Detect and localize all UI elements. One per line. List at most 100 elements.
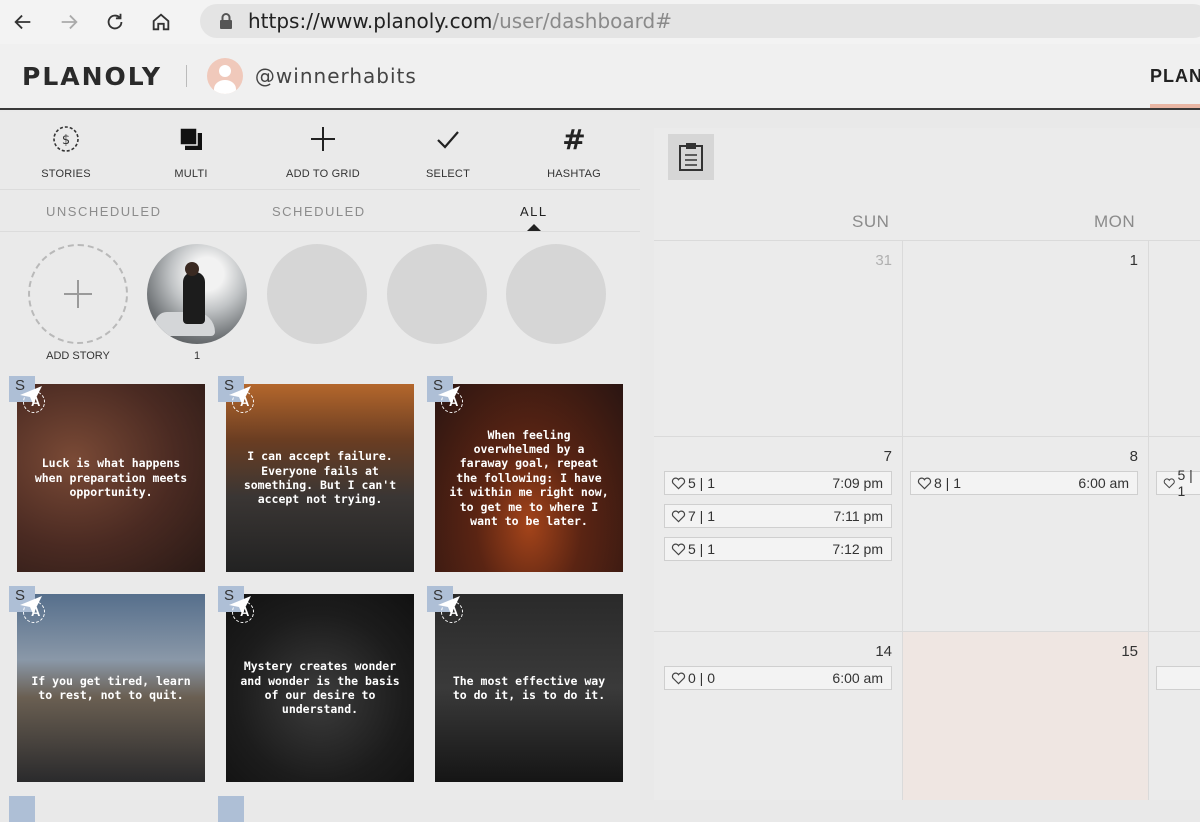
slot-time: 7:12 pm (832, 541, 883, 557)
scheduled-post-slot[interactable] (1156, 666, 1200, 690)
story-placeholder[interactable] (387, 244, 487, 344)
tab-all[interactable]: ALL (520, 204, 548, 219)
post-caption: Mystery creates wonder and wonder is the… (238, 594, 402, 782)
slot-stats: 7 | 1 (688, 508, 715, 524)
calendar-date[interactable]: 31 (852, 252, 892, 269)
auto-post-badge: A (439, 599, 465, 625)
header-divider (186, 65, 187, 87)
story-photo-head (185, 262, 199, 276)
account-username[interactable]: @winnerhabits (255, 64, 417, 88)
story-thumbnail[interactable] (147, 244, 247, 344)
add-to-grid-button[interactable]: ADD TO GRID (278, 124, 368, 180)
slot-time: 6:00 am (1078, 475, 1129, 491)
url-path: /user/dashboard# (492, 9, 672, 33)
tab-plan[interactable]: PLAN (1150, 66, 1200, 87)
story-photo-person (183, 272, 205, 324)
browser-toolbar: https://www.planoly.com/user/dashboard# (0, 0, 1200, 44)
tab-scheduled[interactable]: SCHEDULED (272, 204, 366, 219)
post-grid: Luck is what happens when preparation me… (0, 374, 640, 804)
post-caption: If you get tired, learn to rest, not to … (29, 594, 193, 782)
back-arrow-icon (12, 11, 34, 33)
heart-icon (1163, 476, 1176, 490)
add-to-grid-label: ADD TO GRID (278, 168, 368, 180)
calendar-panel: SUN MON 31 1 7 8 14 15 5 | 1 7:09 pm 7 |… (654, 128, 1200, 800)
calendar-grid-line (1148, 240, 1149, 800)
svg-text:$: $ (62, 133, 70, 148)
auto-post-badge: A (21, 599, 47, 625)
filter-tabs: UNSCHEDULED SCHEDULED ALL (0, 192, 640, 232)
multi-icon (176, 124, 206, 154)
grid-panel: $ STORIES MULTI ADD TO GRID SELECT # HAS… (0, 112, 640, 800)
stories-icon: $ (51, 124, 81, 154)
calendar-date[interactable]: 14 (852, 643, 892, 660)
heart-icon (671, 671, 686, 685)
post-caption: I can accept failure. Everyone fails at … (238, 384, 402, 572)
post-caption: The most effective way to do it, is to d… (447, 594, 611, 782)
heart-icon (671, 509, 686, 523)
planoly-logo[interactable]: PLANOLY (22, 62, 162, 91)
reload-button[interactable] (92, 0, 138, 44)
active-tab-underline (1150, 104, 1200, 108)
slot-stats: 0 | 0 (688, 670, 715, 686)
stories-label: STORIES (21, 168, 111, 180)
active-tab-caret (527, 224, 541, 231)
hashtag-button[interactable]: # HASHTAG (529, 124, 619, 180)
stories-row: ADD STORY 1 (0, 242, 640, 372)
calendar-date[interactable]: 1 (1098, 252, 1138, 269)
auto-post-badge: A (230, 599, 256, 625)
home-button[interactable] (138, 0, 184, 44)
add-story-label: ADD STORY (28, 350, 128, 362)
post-caption: When feeling overwhelmed by a faraway go… (447, 384, 611, 572)
address-bar[interactable]: https://www.planoly.com/user/dashboard# (200, 4, 1200, 38)
home-icon (150, 11, 172, 33)
story-placeholder[interactable] (267, 244, 367, 344)
reload-icon (104, 11, 126, 33)
url-host: https://www.planoly.com (248, 9, 492, 33)
add-story-button[interactable] (28, 244, 128, 344)
multi-label: MULTI (146, 168, 236, 180)
forward-button[interactable] (46, 0, 92, 44)
select-button[interactable]: SELECT (403, 124, 493, 180)
scheduled-post-slot[interactable]: 5 | 1 (1156, 471, 1200, 495)
slot-stats: 5 | 1 (1178, 467, 1200, 499)
story-count-label: 1 (147, 350, 247, 362)
stories-button[interactable]: $ STORIES (21, 124, 111, 180)
multi-button[interactable]: MULTI (146, 124, 236, 180)
scheduled-post-slot[interactable]: 5 | 1 7:09 pm (664, 471, 892, 495)
hashtag-label: HASHTAG (529, 168, 619, 180)
slot-time: 6:00 am (832, 670, 883, 686)
slot-time: 7:09 pm (832, 475, 883, 491)
heart-icon (917, 476, 932, 490)
calendar-date[interactable]: 7 (852, 448, 892, 465)
clipboard-icon (677, 142, 705, 172)
scheduled-post-slot[interactable]: 7 | 1 7:11 pm (664, 504, 892, 528)
hashtag-icon: # (559, 124, 589, 154)
svg-text:#: # (562, 124, 585, 154)
calendar-grid-line (654, 240, 1200, 241)
heart-icon (671, 542, 686, 556)
day-header-sun: SUN (852, 212, 889, 232)
scheduled-post-slot[interactable]: 0 | 0 6:00 am (664, 666, 892, 690)
grid-toolbar: $ STORIES MULTI ADD TO GRID SELECT # HAS… (0, 112, 640, 190)
select-label: SELECT (403, 168, 493, 180)
app-header: PLANOLY @winnerhabits PLAN (0, 44, 1200, 110)
slot-stats: 5 | 1 (688, 475, 715, 491)
scheduled-post-slot[interactable]: 8 | 1 6:00 am (910, 471, 1138, 495)
plus-icon (308, 124, 338, 154)
avatar[interactable] (207, 58, 243, 94)
clipboard-button[interactable] (668, 134, 714, 180)
calendar-date[interactable]: 15 (1098, 643, 1138, 660)
calendar-grid-line (654, 436, 1200, 437)
back-button[interactable] (0, 0, 46, 44)
slot-time: 7:11 pm (833, 508, 883, 524)
plus-icon (61, 277, 95, 311)
calendar-date[interactable]: 8 (1098, 448, 1138, 465)
slot-stats: 8 | 1 (934, 475, 961, 491)
heart-icon (671, 476, 686, 490)
scheduled-post-slot[interactable]: 5 | 1 7:12 pm (664, 537, 892, 561)
lock-icon (218, 12, 234, 30)
auto-post-badge: A (439, 389, 465, 415)
tab-unscheduled[interactable]: UNSCHEDULED (46, 204, 161, 219)
auto-post-badge: A (21, 389, 47, 415)
story-placeholder[interactable] (506, 244, 606, 344)
